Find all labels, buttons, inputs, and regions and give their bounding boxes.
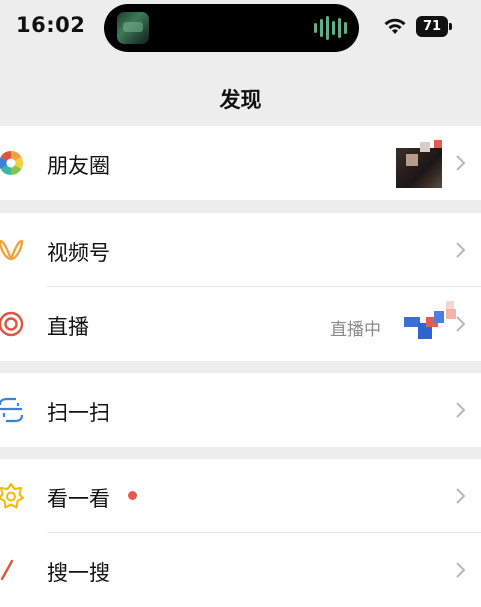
channels-icon xyxy=(0,239,24,261)
list-item-label: 看一看 xyxy=(47,487,110,511)
list-item-label: 朋友圈 xyxy=(47,154,110,178)
search-icon xyxy=(0,559,14,581)
live-status-text: 直播中 xyxy=(330,320,381,340)
unread-dot-badge xyxy=(128,491,137,500)
list-item-search[interactable]: 搜一搜 xyxy=(0,533,481,607)
scan-icon xyxy=(0,397,24,423)
moments-icon xyxy=(0,151,24,175)
chevron-right-icon xyxy=(456,488,466,504)
list-item-label: 扫一扫 xyxy=(47,401,110,425)
list-item-label: 视频号 xyxy=(47,241,110,265)
top-stories-icon xyxy=(0,483,24,509)
audio-waveform-icon xyxy=(314,16,347,40)
status-bar: 16:02 71 xyxy=(0,0,481,56)
status-time: 16:02 xyxy=(16,13,86,37)
chevron-right-icon xyxy=(456,155,466,171)
live-icon xyxy=(0,311,24,337)
chevron-right-icon xyxy=(456,242,466,258)
chevron-right-icon xyxy=(456,402,466,418)
list-item-live[interactable]: 直播 直播中 xyxy=(0,287,481,361)
moments-avatar-thumbnail xyxy=(396,140,442,188)
list-item-top-stories[interactable]: 看一看 xyxy=(0,459,481,533)
battery-indicator: 71 xyxy=(416,16,452,37)
now-playing-artwork[interactable] xyxy=(117,12,149,44)
list-item-scan[interactable]: 扫一扫 xyxy=(0,373,481,447)
dynamic-island[interactable] xyxy=(104,4,359,52)
chevron-right-icon xyxy=(456,562,466,578)
page-title: 发现 xyxy=(219,88,262,112)
list-item-moments[interactable]: 朋友圈 xyxy=(0,126,481,200)
list-item-label: 直播 xyxy=(47,315,89,339)
wifi-icon xyxy=(384,18,406,34)
chevron-right-icon xyxy=(456,316,466,332)
list-item-channels[interactable]: 视频号 xyxy=(0,213,481,287)
